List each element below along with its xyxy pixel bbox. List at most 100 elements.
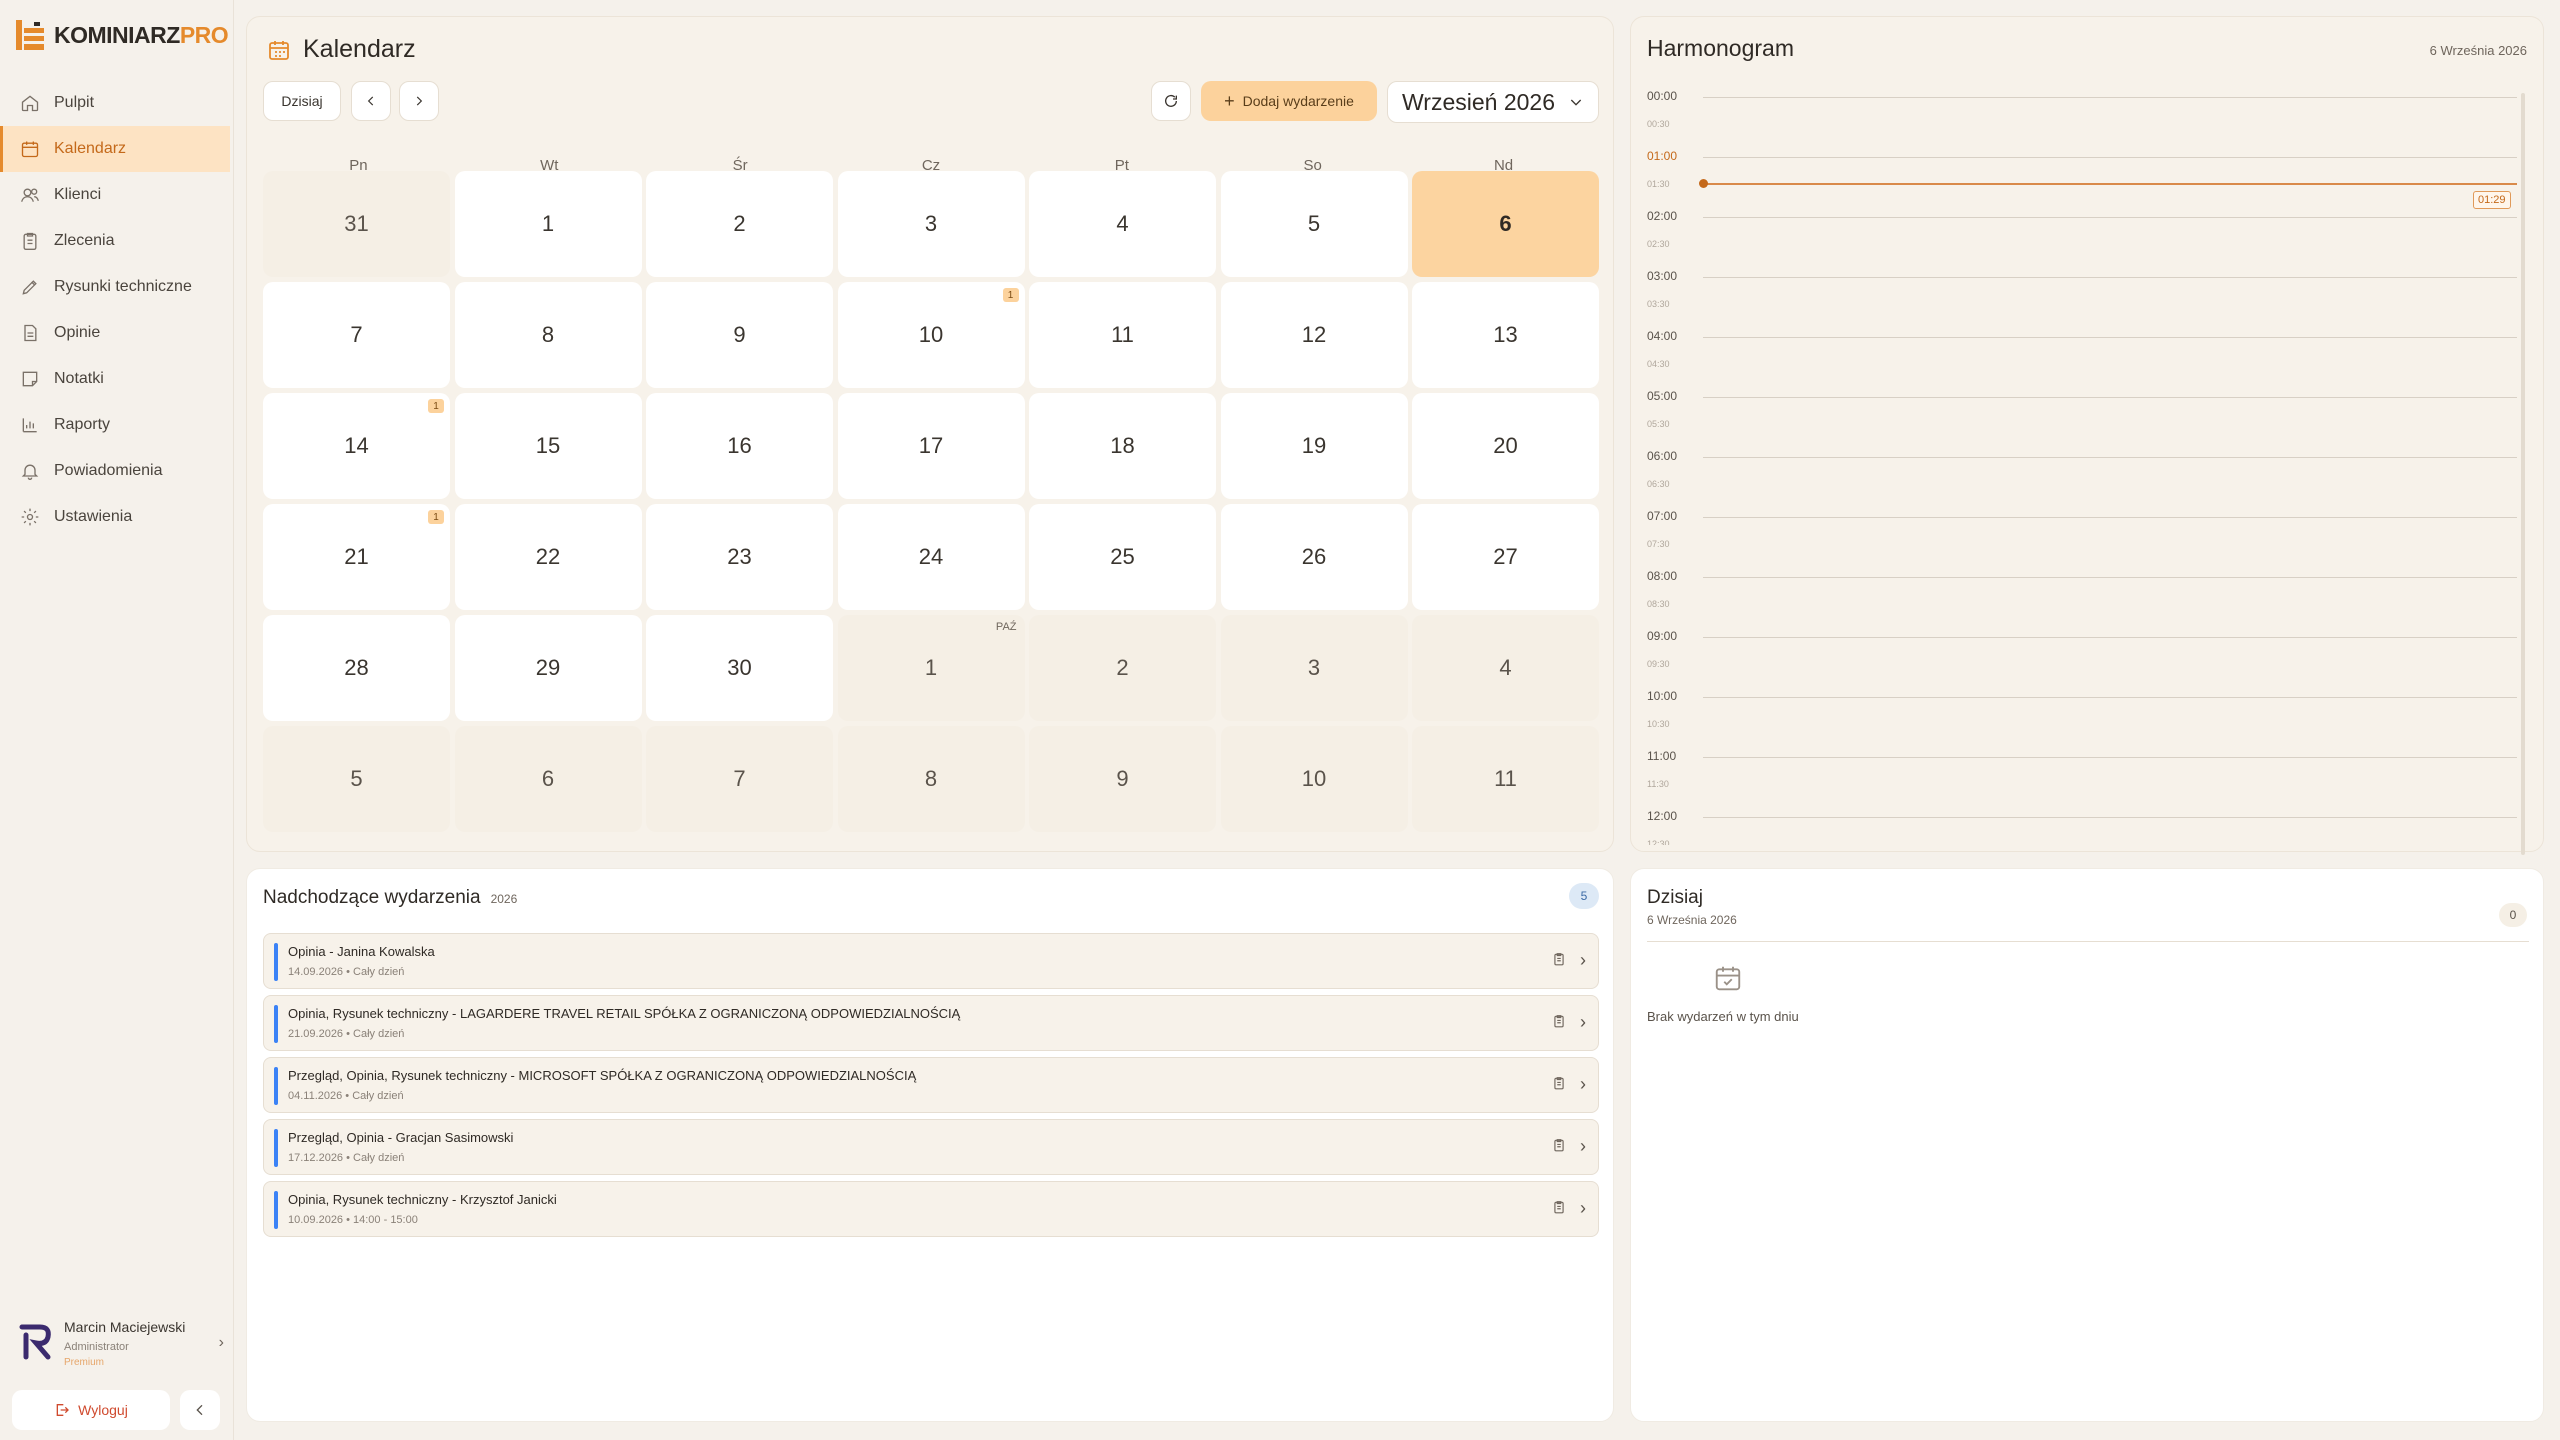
calendar-day[interactable]: 11 <box>1029 282 1216 388</box>
calendar-day[interactable]: 25 <box>1029 504 1216 610</box>
user-profile-card[interactable]: Marcin Maciejewski Administrator Premium… <box>12 1308 224 1378</box>
timeline-time-label: 10:00 <box>1647 689 1678 703</box>
timeline-time-label: 00:30 <box>1647 119 1670 129</box>
calendar-day[interactable]: 4 <box>1412 615 1599 721</box>
day-number: 11 <box>1494 766 1517 791</box>
app-logo[interactable]: KOMINIARZPRO <box>14 18 229 52</box>
calendar-day[interactable]: 4 <box>1029 171 1216 277</box>
day-number: 10 <box>918 322 944 347</box>
sidebar-item-notatki[interactable]: Notatki <box>0 356 230 402</box>
divider <box>1647 941 2529 942</box>
today-button[interactable]: Dzisiaj <box>263 81 341 121</box>
calendar-day[interactable]: 22 <box>454 504 642 610</box>
timeline-row: 06:00 <box>1647 449 2517 463</box>
logout-icon <box>56 1404 70 1416</box>
calendar-day[interactable]: 29 <box>454 615 642 721</box>
calendar-day[interactable]: 7 <box>646 726 833 832</box>
event-list-item[interactable]: Przegląd, Opinia - Gracjan Sasimowski 17… <box>263 1119 1599 1175</box>
refresh-button[interactable] <box>1151 81 1191 121</box>
calendar-day[interactable]: 3 <box>837 171 1025 277</box>
day-number: 23 <box>727 544 752 569</box>
calendar-day[interactable]: 16 <box>646 393 833 499</box>
event-list-item[interactable]: Opinia, Rysunek techniczny - Krzysztof J… <box>263 1181 1599 1237</box>
calendar-day[interactable]: 24 <box>837 504 1025 610</box>
event-list-item[interactable]: Opinia - Janina Kowalska 14.09.2026 • Ca… <box>263 933 1599 989</box>
today-panel: Dzisiaj 6 Września 2026 0 Brak wydarzeń … <box>1630 868 2544 1422</box>
calendar-day[interactable]: 30 <box>646 615 833 721</box>
calendar-day[interactable]: 13 <box>1412 282 1599 388</box>
calendar-check-icon <box>1713 963 1743 998</box>
calendar-day[interactable]: 8 <box>837 726 1025 832</box>
calendar-day[interactable]: 8 <box>454 282 642 388</box>
calendar-day[interactable]: 23 <box>646 504 833 610</box>
calendar-day[interactable]: 1 PAŹ <box>837 615 1025 721</box>
timeline-row: 07:30 <box>1647 539 2517 549</box>
calendar-day[interactable]: 10 1 <box>837 282 1025 388</box>
day-number: 2 <box>1116 655 1129 680</box>
day-number: 12 <box>1301 322 1327 347</box>
calendar-day[interactable]: 28 <box>263 615 450 721</box>
sidebar-item-opinie[interactable]: Opinie <box>0 310 230 356</box>
calendar-day[interactable]: 27 <box>1412 504 1599 610</box>
chevron-right-icon: › <box>1580 1074 1586 1094</box>
calendar-day[interactable]: 9 <box>646 282 833 388</box>
calendar-day[interactable]: 7 <box>263 282 450 388</box>
calendar-day[interactable]: 19 <box>1220 393 1408 499</box>
schedule-timeline[interactable]: 01:29 00:00 00:30 01:00 01:30 02:00 02:30 03:0… <box>1631 83 2531 845</box>
sidebar-item-rysunki-techniczne[interactable]: Rysunki techniczne <box>0 264 230 310</box>
calendar-day[interactable]: 5 <box>263 726 450 832</box>
calendar-day[interactable]: 5 <box>1220 171 1408 277</box>
calendar-day[interactable]: 11 <box>1412 726 1599 832</box>
event-list-item[interactable]: Przegląd, Opinia, Rysunek techniczny - M… <box>263 1057 1599 1113</box>
calendar-day[interactable]: 31 <box>263 171 450 277</box>
day-number: 4 <box>1116 211 1129 236</box>
add-event-button[interactable]: + Dodaj wydarzenie <box>1201 81 1377 121</box>
timeline-time-label: 01:00 <box>1647 149 1678 163</box>
calendar-day[interactable]: 26 <box>1220 504 1408 610</box>
month-select[interactable]: Wrzesień 2026 <box>1387 81 1599 123</box>
sidebar-item-klienci[interactable]: Klienci <box>0 172 230 218</box>
collapse-sidebar-button[interactable] <box>180 1390 220 1430</box>
calendar-day[interactable]: 6 <box>454 726 642 832</box>
day-number: 14 <box>344 433 369 458</box>
sidebar-item-zlecenia[interactable]: Zlecenia <box>0 218 230 264</box>
calendar-header: Kalendarz <box>267 35 416 64</box>
calendar-day[interactable]: 17 <box>837 393 1025 499</box>
prev-month-button[interactable] <box>351 81 391 121</box>
calendar-day-today[interactable]: 6 <box>1412 171 1599 277</box>
sidebar-item-raporty[interactable]: Raporty <box>0 402 230 448</box>
timeline-row: 00:00 <box>1647 89 2517 103</box>
user-plan: Premium <box>64 1356 105 1368</box>
calendar-day[interactable]: 14 1 <box>263 393 450 499</box>
calendar-day[interactable]: 10 <box>1220 726 1408 832</box>
next-month-button[interactable] <box>399 81 439 121</box>
calendar-day[interactable]: 15 <box>454 393 642 499</box>
logout-button[interactable]: Wyloguj <box>12 1390 170 1430</box>
timeline-hour-line <box>1703 577 2517 578</box>
calendar-day[interactable]: 2 <box>646 171 833 277</box>
calendar-day[interactable]: 1 <box>454 171 642 277</box>
timeline-time-label: 09:00 <box>1647 629 1678 643</box>
chimney-logo-icon <box>14 18 48 52</box>
day-number: 20 <box>1493 433 1518 458</box>
event-color-bar <box>274 1005 278 1043</box>
current-time-tag: 01:29 <box>2473 191 2511 209</box>
calendar-day[interactable]: 20 <box>1412 393 1599 499</box>
sidebar-item-kalendarz[interactable]: Kalendarz <box>0 126 230 172</box>
sidebar-item-ustawienia[interactable]: Ustawienia <box>0 494 230 540</box>
sidebar-item-powiadomienia[interactable]: Powiadomienia <box>0 448 230 494</box>
calendar-day[interactable]: 9 <box>1029 726 1216 832</box>
sidebar-item-label: Ustawienia <box>54 508 133 525</box>
event-list-item[interactable]: Opinia, Rysunek techniczny - LAGARDERE T… <box>263 995 1599 1051</box>
calendar-day[interactable]: 2 <box>1029 615 1216 721</box>
schedule-scrollbar[interactable] <box>2521 93 2525 855</box>
day-number: 5 <box>350 766 363 791</box>
calendar-day[interactable]: 3 <box>1220 615 1408 721</box>
sidebar-item-pulpit[interactable]: Pulpit <box>0 80 230 126</box>
calendar-day[interactable]: 18 <box>1029 393 1216 499</box>
bell-icon <box>21 464 39 480</box>
chevron-down-icon <box>1570 99 1582 106</box>
calendar-day[interactable]: 12 <box>1220 282 1408 388</box>
timeline-hour-line <box>1703 757 2517 758</box>
calendar-day[interactable]: 21 1 <box>263 504 450 610</box>
